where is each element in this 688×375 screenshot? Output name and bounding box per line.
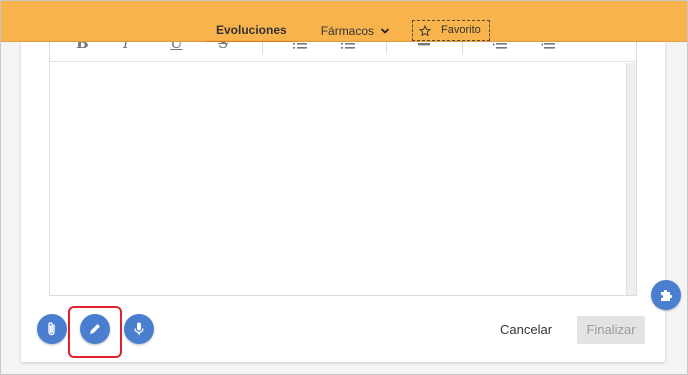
star-icon	[419, 24, 432, 36]
bulleted-list-icon[interactable]	[340, 42, 356, 54]
microphone-button[interactable]	[124, 314, 154, 344]
pencil-icon	[90, 324, 100, 334]
favorito-label: Favorito	[441, 24, 481, 36]
finalize-button[interactable]: Finalizar	[577, 316, 645, 344]
attach-button[interactable]	[37, 314, 67, 344]
paperclip-icon	[48, 322, 55, 336]
tab-farmacos[interactable]: Fármacos	[311, 19, 400, 43]
pencil-button[interactable]	[80, 314, 110, 344]
outdent-icon[interactable]	[540, 42, 556, 54]
toolbar-divider	[462, 42, 463, 54]
tab-bar: Evoluciones Fármacos Favorito	[206, 19, 490, 43]
indent-icon[interactable]	[492, 42, 508, 54]
extensions-button[interactable]	[651, 280, 681, 310]
tab-farmacos-label: Fármacos	[320, 24, 375, 38]
strikethrough-button[interactable]: S	[218, 42, 228, 54]
puzzle-icon	[661, 289, 673, 301]
toolbar-divider	[262, 42, 263, 54]
editor-toolbar: B I U S	[50, 42, 636, 62]
top-navigation-bar: Evoluciones Fármacos Favorito	[1, 1, 687, 43]
toolbar-divider	[386, 42, 387, 54]
tab-evoluciones[interactable]: Evoluciones	[206, 19, 297, 43]
editor-scrollbar[interactable]	[626, 63, 636, 295]
underline-button[interactable]: U	[170, 42, 183, 54]
microphone-icon	[134, 322, 144, 335]
chevron-down-icon	[380, 28, 390, 34]
editor-card: B I U S Cancelar Finalizar	[21, 42, 665, 362]
cancel-button[interactable]: Cancelar	[492, 318, 560, 342]
numbered-list-icon[interactable]	[292, 42, 308, 54]
italic-button[interactable]: I	[123, 42, 129, 54]
horizontal-rule-icon[interactable]	[416, 42, 432, 54]
favorito-button[interactable]: Favorito	[412, 20, 490, 41]
bold-button[interactable]: B	[76, 42, 89, 54]
editor-text-area[interactable]	[50, 63, 626, 295]
rich-text-editor: B I U S	[49, 42, 637, 296]
